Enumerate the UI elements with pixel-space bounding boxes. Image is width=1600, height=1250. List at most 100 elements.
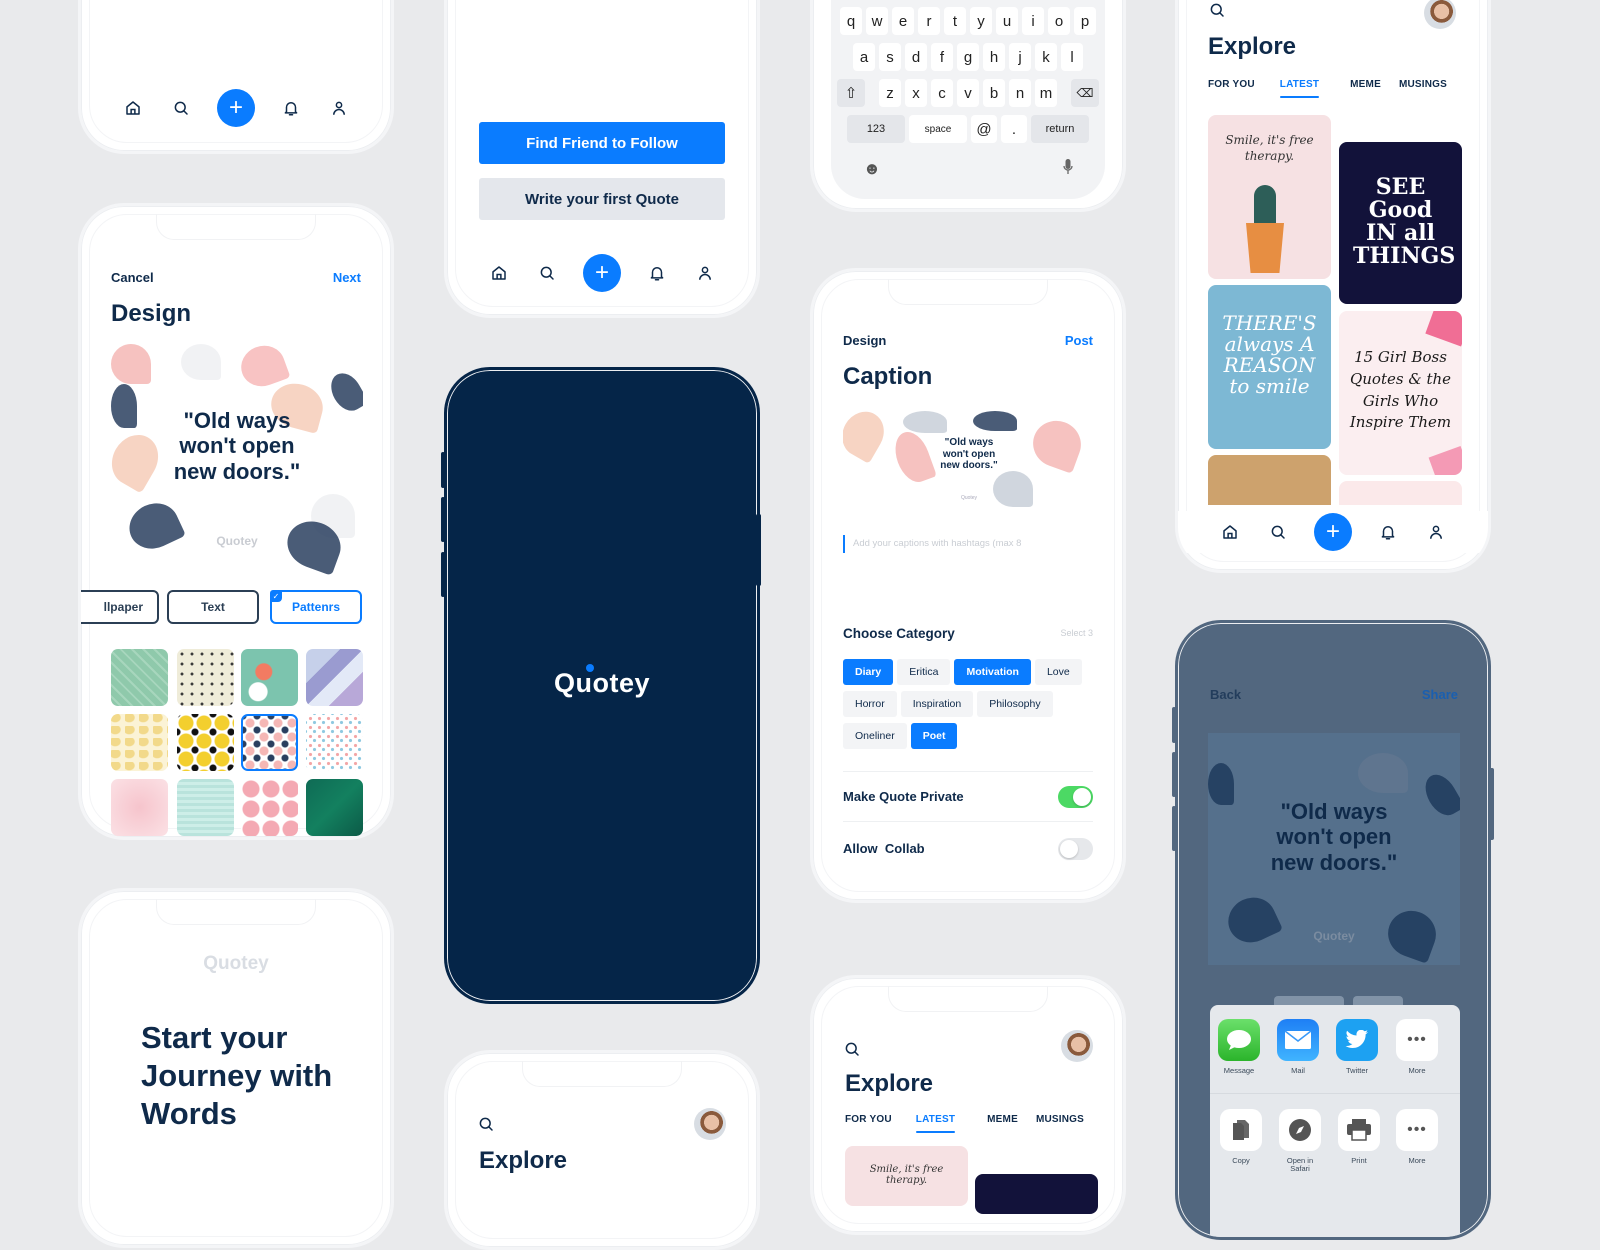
space-key[interactable]: space (909, 115, 967, 143)
tab-for-you[interactable]: FOR YOU (1208, 79, 1255, 90)
key-m[interactable]: m (1035, 79, 1057, 107)
bell-icon[interactable] (279, 96, 303, 120)
pattern-swatch[interactable] (241, 649, 298, 706)
category-chip-horror[interactable]: Horror (843, 691, 897, 717)
search-icon[interactable] (535, 261, 559, 285)
key-s[interactable]: s (879, 43, 901, 71)
pattern-swatch[interactable] (111, 714, 168, 771)
caption-input[interactable]: Add your captions with hashtags (max 8 (843, 535, 1095, 553)
share-message[interactable]: Message (1218, 1019, 1260, 1075)
key-t[interactable]: t (944, 7, 966, 35)
key-g[interactable]: g (957, 43, 979, 71)
tab-meme[interactable]: MEME (1350, 79, 1381, 90)
key-j[interactable]: j (1009, 43, 1031, 71)
dot-key[interactable]: . (1001, 115, 1027, 143)
search-icon[interactable] (169, 96, 193, 120)
action-safari[interactable]: Open in Safari (1279, 1109, 1321, 1174)
home-icon[interactable] (1218, 520, 1242, 544)
key-y[interactable]: y (970, 7, 992, 35)
pattern-swatch[interactable] (306, 649, 363, 706)
tab-musings[interactable]: MUSINGS (1399, 79, 1447, 90)
share-mail[interactable]: Mail (1277, 1019, 1319, 1075)
key-f[interactable]: f (931, 43, 953, 71)
category-chip-philosophy[interactable]: Philosophy (977, 691, 1053, 717)
tab-meme[interactable]: MEME (987, 1114, 1018, 1125)
key-w[interactable]: w (866, 7, 888, 35)
search-icon[interactable] (843, 1040, 861, 1058)
user-icon[interactable] (1424, 520, 1448, 544)
tab-wallpaper[interactable]: llpaper (81, 590, 159, 624)
category-chip-eritica[interactable]: Eritica (897, 659, 951, 685)
pin-card-waves[interactable] (1339, 481, 1462, 505)
key-z[interactable]: z (879, 79, 901, 107)
key-v[interactable]: v (957, 79, 979, 107)
pattern-swatch-selected[interactable] (241, 714, 298, 771)
key-c[interactable]: c (931, 79, 953, 107)
action-copy[interactable]: Copy (1220, 1109, 1262, 1165)
add-button[interactable]: + (583, 254, 621, 292)
search-icon[interactable] (1208, 1, 1226, 19)
pin-card-kraft[interactable] (1208, 455, 1331, 505)
pattern-swatch[interactable] (177, 779, 234, 836)
key-r[interactable]: r (918, 7, 940, 35)
add-button[interactable]: + (217, 89, 255, 127)
pin-card-dark[interactable]: SEE Good IN all THINGS (1339, 142, 1462, 304)
key-q[interactable]: q (840, 7, 862, 35)
key-e[interactable]: e (892, 7, 914, 35)
pattern-swatch[interactable] (177, 649, 234, 706)
key-i[interactable]: i (1022, 7, 1044, 35)
tab-musings[interactable]: MUSINGS (1036, 1114, 1084, 1125)
tab-for-you[interactable]: FOR YOU (845, 1114, 892, 1125)
search-icon[interactable] (1266, 520, 1290, 544)
pattern-swatch[interactable] (306, 779, 363, 836)
search-icon[interactable] (477, 1115, 495, 1133)
backspace-key[interactable]: ⌫ (1071, 79, 1099, 107)
category-chip-poet[interactable]: Poet (910, 723, 958, 749)
bell-icon[interactable] (1376, 520, 1400, 544)
at-key[interactable]: @ (971, 115, 997, 143)
key-b[interactable]: b (983, 79, 1005, 107)
avatar[interactable] (694, 1108, 726, 1140)
back-link[interactable]: Back (1210, 687, 1241, 702)
key-a[interactable]: a (853, 43, 875, 71)
category-chip-inspiration[interactable]: Inspiration (900, 691, 974, 717)
bell-icon[interactable] (645, 261, 669, 285)
category-chip-motivation[interactable]: Motivation (954, 659, 1031, 685)
key-l[interactable]: l (1061, 43, 1083, 71)
user-icon[interactable] (693, 261, 717, 285)
pattern-swatch[interactable] (111, 649, 168, 706)
key-k[interactable]: k (1035, 43, 1057, 71)
category-chip-love[interactable]: Love (1034, 659, 1082, 685)
home-icon[interactable] (121, 96, 145, 120)
tab-latest[interactable]: LATEST (915, 1114, 956, 1133)
home-icon[interactable] (487, 261, 511, 285)
key-d[interactable]: d (905, 43, 927, 71)
key-h[interactable]: h (983, 43, 1005, 71)
pin-card[interactable] (975, 1174, 1098, 1214)
key-u[interactable]: u (996, 7, 1018, 35)
shift-key[interactable]: ⇧ (837, 79, 865, 107)
write-quote-button[interactable]: Write your first Quote (479, 178, 725, 220)
return-key[interactable]: return (1031, 115, 1089, 143)
add-button[interactable]: + (1314, 513, 1352, 551)
microphone-icon[interactable] (1063, 159, 1073, 175)
pin-card[interactable]: Smile, it's free therapy. (845, 1146, 968, 1206)
collab-toggle[interactable] (1058, 838, 1093, 860)
back-to-design-link[interactable]: Design (843, 333, 886, 348)
next-link[interactable]: Next (333, 270, 361, 285)
tab-patterns[interactable]: ✓ Pattenrs (270, 590, 362, 624)
tab-latest[interactable]: LATEST (1279, 79, 1320, 98)
share-twitter[interactable]: Twitter (1336, 1019, 1378, 1075)
key-x[interactable]: x (905, 79, 927, 107)
key-p[interactable]: p (1074, 7, 1096, 35)
pattern-swatch[interactable] (241, 779, 298, 836)
pin-card-cactus[interactable]: Smile, it's free therapy. (1208, 115, 1331, 279)
post-link[interactable]: Post (1065, 333, 1093, 348)
key-o[interactable]: o (1048, 7, 1070, 35)
pin-card-pink[interactable]: 15 Girl Boss Quotes & the Girls Who Insp… (1339, 311, 1462, 475)
category-chip-oneliner[interactable]: Oneliner (843, 723, 907, 749)
cancel-link[interactable]: Cancel (111, 270, 154, 285)
category-chip-diary[interactable]: Diary (843, 659, 894, 685)
avatar[interactable] (1061, 1030, 1093, 1062)
pattern-swatch[interactable] (111, 779, 168, 836)
